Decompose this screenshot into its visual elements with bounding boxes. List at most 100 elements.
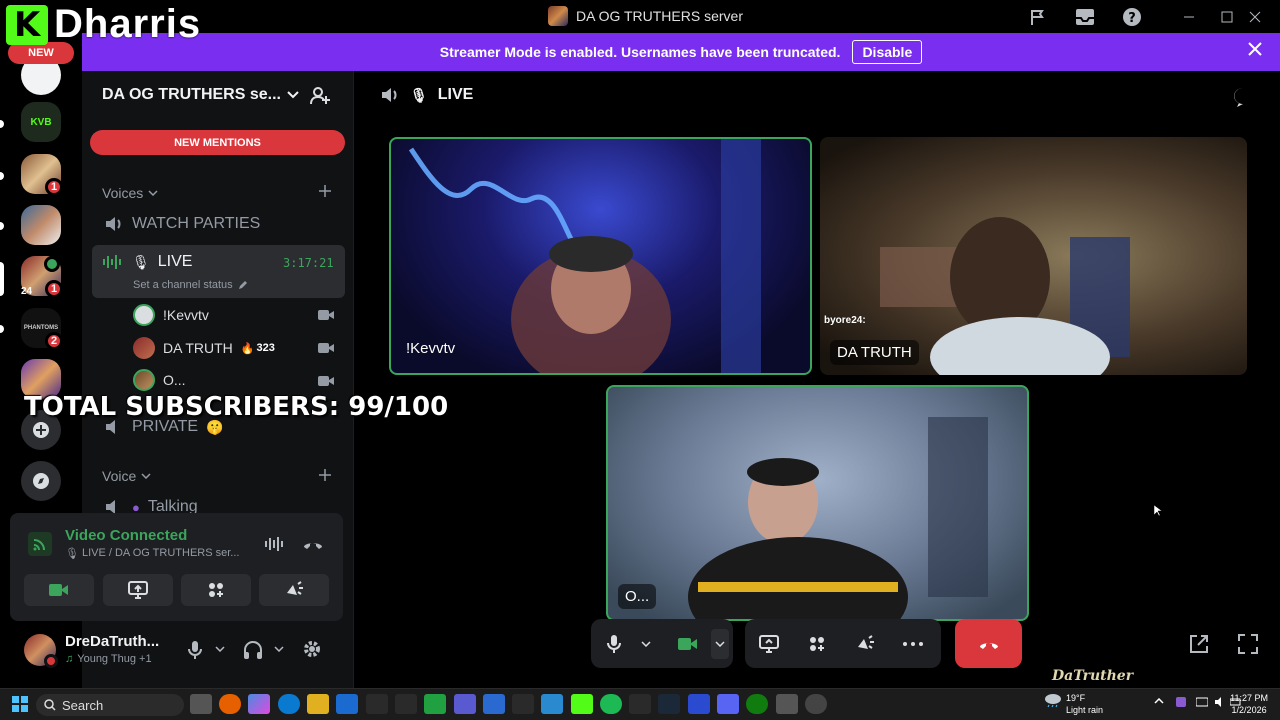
close-window-icon[interactable]	[1244, 6, 1266, 28]
voice-member[interactable]: DA TRUTH 🔥 323	[133, 337, 275, 359]
headphones-icon[interactable]	[243, 640, 263, 660]
chevron-up-icon[interactable]	[1154, 698, 1164, 704]
edge-icon[interactable]	[278, 694, 300, 714]
copilot-icon[interactable]	[248, 694, 270, 714]
volume-icon[interactable]	[1214, 697, 1226, 707]
mention-badge: 2	[45, 332, 63, 350]
camera-options-chevron[interactable]	[711, 628, 729, 659]
app-icon[interactable]	[483, 694, 505, 714]
app-icon[interactable]	[512, 694, 534, 714]
weather-widget[interactable]: 19°F Light rain	[1066, 692, 1103, 716]
category-voice[interactable]: Voice	[102, 468, 151, 484]
camera-button[interactable]	[665, 619, 711, 668]
chevron-down-icon[interactable]	[274, 646, 284, 652]
window-title-text: DA OG TRUTHERS server	[576, 8, 743, 24]
connection-signal-icon[interactable]	[28, 532, 52, 556]
screen-share-icon	[128, 581, 148, 599]
disable-streamer-mode-button[interactable]: Disable	[852, 40, 923, 64]
svg-text:?: ?	[1128, 11, 1136, 26]
firefox-icon[interactable]	[219, 694, 241, 714]
inbox-icon[interactable]	[1074, 6, 1096, 28]
server-name-header[interactable]: DA OG TRUTHERS se...	[102, 86, 299, 104]
windows-start-icon[interactable]	[12, 696, 28, 712]
speaker-icon	[106, 217, 121, 231]
server-icon-kvb[interactable]: KVB	[21, 102, 61, 142]
discord-taskbar-icon[interactable]	[717, 694, 739, 714]
add-channel-icon[interactable]	[319, 469, 331, 481]
taskbar-clock[interactable]: 11:27 PM 1/2/2026	[1230, 692, 1268, 716]
chevron-down-icon	[641, 640, 651, 647]
leave-call-button[interactable]	[955, 619, 1022, 668]
kick-logo-icon: K	[6, 4, 48, 45]
microphone-button[interactable]	[591, 619, 637, 668]
app-icon[interactable]	[366, 694, 388, 714]
maximize-icon[interactable]	[1216, 6, 1238, 28]
task-view-icon[interactable]	[190, 694, 212, 714]
app-icon[interactable]	[424, 694, 446, 714]
pop-out-icon[interactable]	[1188, 633, 1210, 655]
server-icon-avatar-2[interactable]	[21, 205, 61, 245]
tray-app-icon[interactable]	[1176, 697, 1186, 707]
outlook-icon[interactable]	[336, 694, 358, 714]
app-icon[interactable]	[805, 694, 827, 714]
soundboard-button[interactable]	[259, 574, 329, 606]
activity-controls	[745, 619, 941, 668]
voice-location[interactable]: 🎙 LIVE / DA OG TRUTHERS ser...	[65, 547, 239, 560]
stream-video-frame	[688, 417, 988, 619]
noise-suppression-icon[interactable]	[264, 536, 286, 552]
sub-count: 24	[21, 286, 33, 297]
chevron-down-icon	[141, 473, 151, 479]
settings-taskbar-icon[interactable]	[776, 694, 798, 714]
discover-button[interactable]	[21, 461, 61, 501]
minimize-icon[interactable]	[1178, 6, 1200, 28]
soundboard-control-button[interactable]	[841, 619, 889, 668]
activities-control-button[interactable]	[793, 619, 841, 668]
channel-live[interactable]: 🎙 LIVE	[102, 253, 192, 271]
voice-status[interactable]: Video Connected	[65, 527, 187, 544]
add-channel-icon[interactable]	[319, 185, 331, 197]
fullscreen-icon[interactable]	[1237, 633, 1259, 655]
settings-gear-icon[interactable]	[302, 639, 322, 659]
xbox-icon[interactable]	[746, 694, 768, 714]
app-icon[interactable]	[541, 694, 563, 714]
channel-watch-parties[interactable]: WATCH PARTIES	[104, 215, 260, 233]
taskbar-search[interactable]: Search	[36, 694, 184, 716]
help-icon[interactable]: ?	[1121, 6, 1143, 28]
banner-close-icon[interactable]	[1248, 42, 1262, 56]
epic-games-icon[interactable]	[629, 694, 651, 714]
wifi-icon[interactable]	[1196, 697, 1208, 707]
more-options-button[interactable]	[889, 619, 937, 668]
disconnect-icon[interactable]	[302, 538, 324, 550]
app-icon[interactable]	[688, 694, 710, 714]
mic-icon: 🎙	[410, 86, 428, 103]
app-icon[interactable]	[395, 694, 417, 714]
new-mentions-button[interactable]: NEW MENTIONS	[90, 130, 345, 155]
video-toggle-button[interactable]	[24, 574, 94, 606]
teams-icon[interactable]	[454, 694, 476, 714]
spotify-icon[interactable]	[600, 694, 622, 714]
voice-member[interactable]: !Kevvtv	[133, 304, 209, 326]
category-voice-label: Voice	[102, 468, 137, 484]
video-tile[interactable]: O...	[606, 385, 1029, 621]
voice-member[interactable]: O...	[133, 369, 186, 391]
video-tile[interactable]: byore24: DA TRUTH	[820, 137, 1247, 375]
chat-bubble-icon[interactable]	[1232, 86, 1254, 108]
kick-taskbar-icon[interactable]	[571, 694, 593, 714]
screen-share-button[interactable]	[103, 574, 173, 606]
search-icon	[44, 699, 56, 711]
video-tile[interactable]: !Kevvtv	[389, 137, 812, 375]
file-explorer-icon[interactable]	[307, 694, 329, 714]
activities-button[interactable]	[181, 574, 251, 606]
invite-people-icon[interactable]	[310, 86, 330, 106]
inbox-flag-icon[interactable]	[1027, 6, 1049, 28]
username[interactable]: DreDaTruth...	[65, 633, 159, 650]
weather-temp: 19°F	[1066, 693, 1086, 703]
share-screen-button[interactable]	[745, 619, 793, 668]
microphone-icon[interactable]	[188, 640, 202, 660]
category-voices[interactable]: Voices	[102, 185, 158, 201]
chevron-down-icon[interactable]	[215, 646, 225, 652]
music-note-icon: ♫	[65, 653, 74, 665]
steam-icon[interactable]	[658, 694, 680, 714]
mic-options-chevron[interactable]	[637, 619, 655, 668]
set-channel-status[interactable]: Set a channel status	[133, 279, 248, 291]
